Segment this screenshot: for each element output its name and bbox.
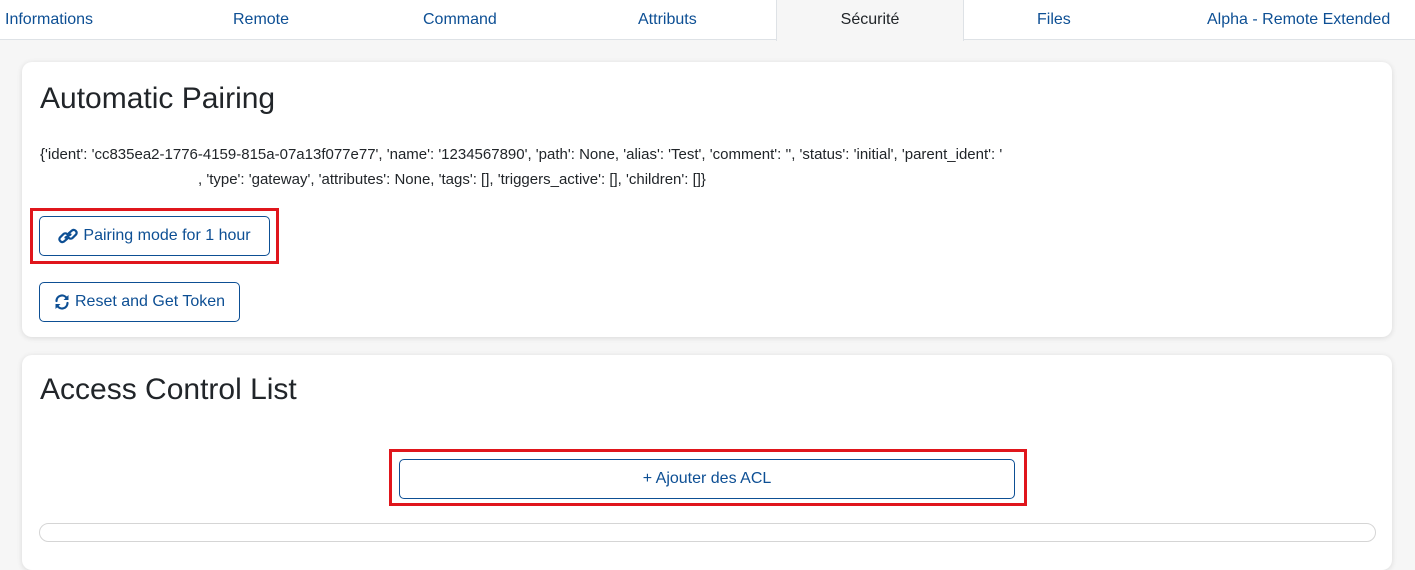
- tab-attributs[interactable]: Attributs: [638, 0, 697, 40]
- tab-command[interactable]: Command: [423, 0, 497, 40]
- automatic-pairing-title: Automatic Pairing: [40, 82, 276, 115]
- pairing-mode-button[interactable]: Pairing mode for 1 hour: [39, 216, 270, 256]
- tab-informations[interactable]: Informations: [5, 0, 93, 40]
- access-control-list-card: Access Control List + Ajouter des ACL: [22, 355, 1392, 570]
- tab-bar: Informations Remote Command Attributs Sé…: [0, 0, 1415, 41]
- device-json-text: {'ident': 'cc835ea2-1776-4159-815a-07a13…: [40, 142, 1140, 192]
- refresh-icon: [54, 294, 70, 310]
- tab-files[interactable]: Files: [1037, 0, 1071, 40]
- automatic-pairing-card: Automatic Pairing {'ident': 'cc835ea2-17…: [22, 62, 1392, 337]
- add-acl-button[interactable]: + Ajouter des ACL: [399, 459, 1015, 499]
- link-icon: [58, 228, 79, 244]
- add-acl-label: + Ajouter des ACL: [642, 470, 772, 487]
- access-control-list-title: Access Control List: [40, 373, 297, 406]
- device-json-line-1: {'ident': 'cc835ea2-1776-4159-815a-07a13…: [40, 146, 1003, 163]
- device-json-line-2: , 'type': 'gateway', 'attributes': None,…: [198, 171, 706, 188]
- reset-token-button[interactable]: Reset and Get Token: [39, 282, 240, 322]
- tab-alpha-remote-extended[interactable]: Alpha - Remote Extended: [1207, 0, 1390, 40]
- tab-securite[interactable]: Sécurité: [776, 0, 964, 41]
- pairing-mode-label: Pairing mode for 1 hour: [83, 227, 251, 244]
- acl-list-container: [39, 523, 1376, 542]
- tab-remote[interactable]: Remote: [233, 0, 289, 40]
- reset-token-label: Reset and Get Token: [74, 293, 226, 310]
